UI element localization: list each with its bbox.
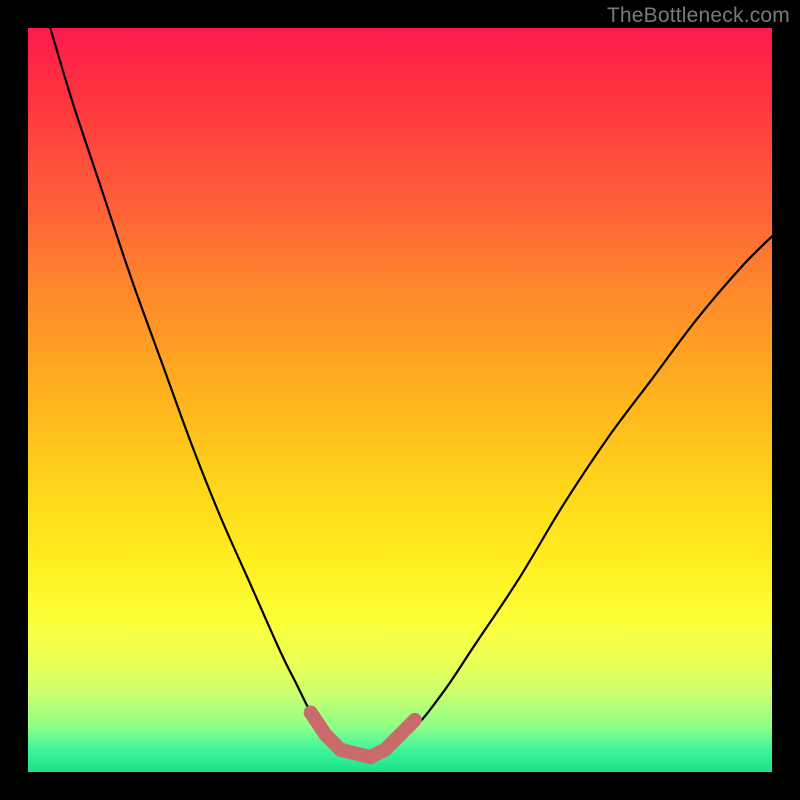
highlight-markers [311, 713, 415, 758]
curve-svg [28, 28, 772, 772]
watermark-text: TheBottleneck.com [607, 4, 790, 28]
chart-frame: TheBottleneck.com [0, 0, 800, 800]
plot-area [28, 28, 772, 772]
bottleneck-curve [50, 28, 772, 758]
highlight-segment [400, 720, 415, 735]
